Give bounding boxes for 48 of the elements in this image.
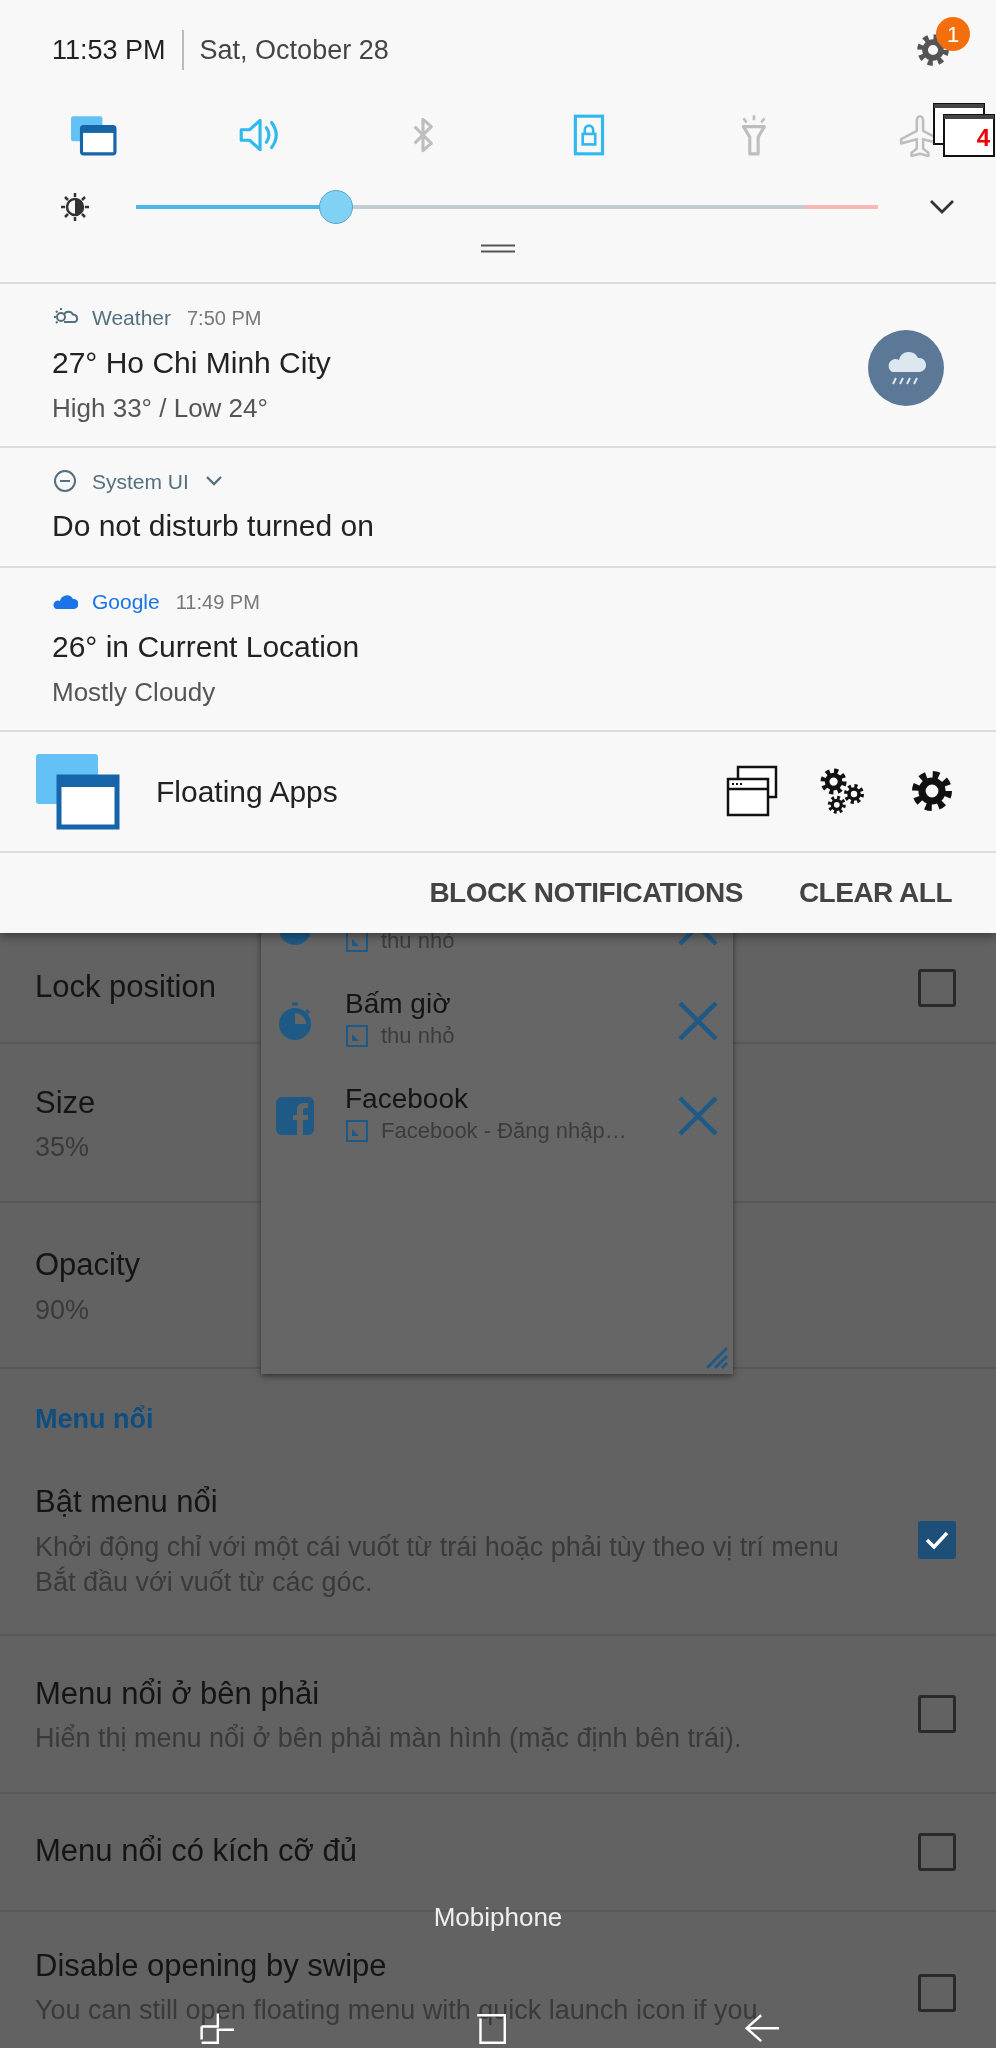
notification-time: 11:49 PM xyxy=(175,589,260,615)
notification-count: 1 xyxy=(936,17,970,51)
app-title: Floating Apps xyxy=(156,773,338,810)
app-name: Google xyxy=(92,589,160,615)
app-title: Facebook xyxy=(345,1083,468,1115)
notification-title: Do not disturb turned on xyxy=(52,508,374,544)
chevron-down-icon[interactable] xyxy=(928,198,956,216)
setting-title: Bật menu nổi xyxy=(35,1483,218,1522)
check-icon xyxy=(924,1529,950,1550)
window-count: 4 xyxy=(976,123,990,153)
action-button[interactable]: BLOCK NOTIFICATIONS xyxy=(429,871,743,914)
notification-time: 7:50 PM xyxy=(187,305,262,331)
notification-text: High 33° / Low 24° xyxy=(52,391,268,425)
section-header: Menu nổi xyxy=(34,1403,155,1436)
stacked-windows-icon[interactable] xyxy=(932,102,996,158)
setting-title: Lock position xyxy=(35,968,216,1007)
brightness-icon xyxy=(60,192,90,222)
rain-cloud-icon xyxy=(868,330,944,406)
checkbox[interactable] xyxy=(918,1520,956,1559)
notification-text: Mostly Cloudy xyxy=(52,675,216,709)
app-name: Weather xyxy=(92,305,171,331)
setting-title: Opacity xyxy=(35,1246,141,1285)
setting-title: Size xyxy=(35,1083,96,1122)
setting-title: Menu nổi ở bên phải xyxy=(35,1674,320,1713)
setting-title: Menu nổi có kích cỡ đủ xyxy=(35,1832,357,1871)
resize-handle-icon[interactable] xyxy=(703,1344,729,1370)
date-text: Sat, October 28 xyxy=(181,29,389,71)
checkbox[interactable] xyxy=(918,1973,956,2012)
notification-title: 26° in Current Location xyxy=(52,628,360,665)
setting-title: Disable opening by swipe xyxy=(35,1946,387,1985)
minimize-icon xyxy=(345,1023,369,1048)
action-button[interactable]: CLEAR ALL xyxy=(798,871,952,914)
stacked-windows-icon[interactable] xyxy=(726,765,778,817)
app-title: Bấm giờ xyxy=(345,988,451,1020)
app-name: System UI xyxy=(92,468,189,495)
windows-icon xyxy=(34,752,120,830)
clock-time: 11:53 PM xyxy=(52,33,166,67)
notification-card[interactable]: System UI Do not disturb turned on xyxy=(0,445,996,566)
checkbox[interactable] xyxy=(918,1832,956,1871)
checkbox[interactable] xyxy=(918,968,956,1007)
notification-card[interactable]: Weather 7:50 PM 27° Ho Chi Minh City High 33° / Low 24° xyxy=(0,282,996,446)
checkbox[interactable] xyxy=(918,1694,956,1733)
notification-card[interactable]: Google 11:49 PM 26° in Current Location Mostly Cloudy xyxy=(0,566,996,730)
drag-handle-icon[interactable] xyxy=(481,244,515,253)
minimize-icon xyxy=(345,1118,369,1143)
notification-title: 27° Ho Chi Minh City xyxy=(52,344,331,381)
brightness-slider[interactable] xyxy=(136,189,878,225)
carrier-name: Mobiphone xyxy=(433,1902,563,1932)
